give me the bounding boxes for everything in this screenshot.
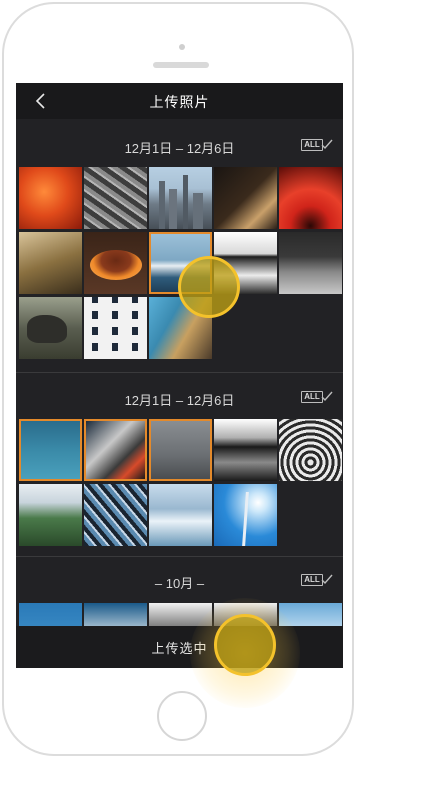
select-all-label: ALL bbox=[301, 391, 323, 403]
photo-thumbnail-red-umbrella[interactable] bbox=[279, 167, 342, 229]
photo-thumbnail-city-skyline[interactable] bbox=[149, 167, 212, 229]
photo-thumbnail-rhino[interactable] bbox=[19, 297, 82, 359]
photo-thumbnail-dry-plants[interactable] bbox=[19, 232, 82, 294]
section-date-label: 12月1日 – 12月6日 bbox=[124, 141, 235, 156]
section-divider bbox=[16, 556, 343, 557]
touch-indicator bbox=[178, 256, 240, 318]
select-all-label: ALL bbox=[301, 139, 323, 151]
photo-thumbnail-tower-sky[interactable] bbox=[214, 484, 277, 546]
skyline-building bbox=[193, 193, 203, 229]
touch-indicator bbox=[214, 614, 276, 676]
earpiece bbox=[153, 62, 209, 68]
bowl-shape bbox=[90, 250, 142, 280]
nav-bar: 上传照片 bbox=[16, 83, 343, 119]
section-date-label: 12月1日 – 12月6日 bbox=[124, 393, 235, 408]
check-icon bbox=[321, 139, 333, 150]
window-grid-overlay bbox=[84, 297, 147, 359]
section-date-label: – 10月 – bbox=[154, 576, 205, 591]
rhino-shape bbox=[27, 315, 67, 343]
photo-thumbnail-birds-sky-selected[interactable] bbox=[19, 419, 82, 481]
section-header: 12月1日 – 12月6日 ALL bbox=[16, 136, 343, 156]
photo-thumbnail-husky-selected[interactable] bbox=[84, 419, 147, 481]
tower-shape bbox=[242, 492, 249, 546]
photo-thumbnail-arched-hall[interactable] bbox=[279, 419, 342, 481]
photo-thumbnail-snow-lake[interactable] bbox=[149, 484, 212, 546]
page-title: 上传照片 bbox=[149, 94, 210, 110]
section-header: 12月1日 – 12月6日 ALL bbox=[16, 388, 343, 408]
app-screen: 上传照片 12月1日 – 12月6日 ALL 12月1日 – 12月6日 ALL… bbox=[16, 83, 343, 668]
check-icon bbox=[321, 574, 333, 585]
home-button[interactable] bbox=[157, 691, 207, 741]
photo-thumbnail-building-windows[interactable] bbox=[84, 297, 147, 359]
check-icon bbox=[321, 391, 333, 402]
photo-thumbnail-desert-dunes[interactable] bbox=[279, 232, 342, 294]
select-all-button[interactable]: ALL bbox=[301, 138, 335, 154]
photo-thumbnail-coffee-beans[interactable] bbox=[84, 232, 147, 294]
photo-thumbnail-car-wreck[interactable] bbox=[84, 167, 147, 229]
photo-thumbnail-stairs[interactable] bbox=[214, 167, 277, 229]
photo-thumbnail-flamingo[interactable] bbox=[19, 167, 82, 229]
select-all-label: ALL bbox=[301, 574, 323, 586]
skyline-building bbox=[169, 189, 177, 229]
skyline-building bbox=[183, 175, 188, 229]
select-all-button[interactable]: ALL bbox=[301, 390, 335, 406]
select-all-button[interactable]: ALL bbox=[301, 573, 335, 589]
photo-thumbnail-truck-interior[interactable] bbox=[84, 484, 147, 546]
photo-thumbnail-foggy-road-selected[interactable] bbox=[149, 419, 212, 481]
section-divider bbox=[16, 372, 343, 373]
photo-thumbnail-bw-trees[interactable] bbox=[214, 419, 277, 481]
photo-thumbnail-green-hills[interactable] bbox=[19, 484, 82, 546]
skyline-building bbox=[159, 181, 165, 229]
camera-dot bbox=[179, 44, 185, 50]
section-header: – 10月 – ALL bbox=[16, 571, 343, 591]
